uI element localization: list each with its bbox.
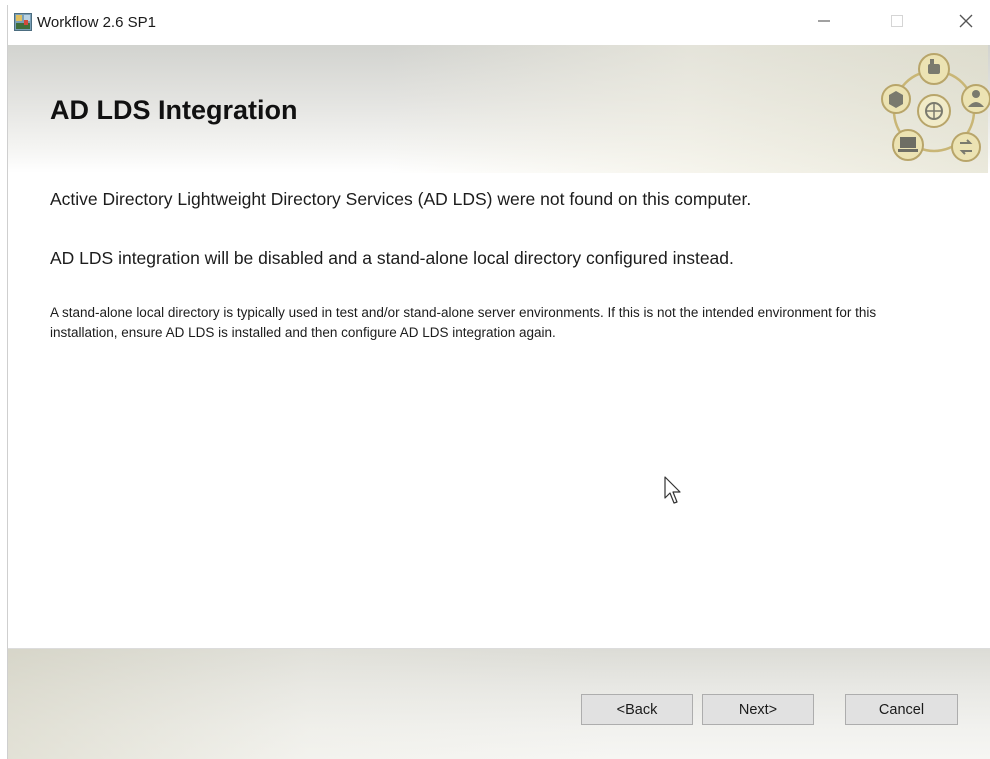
disabled-message: AD LDS integration will be disabled and … bbox=[50, 248, 734, 268]
maximize-icon bbox=[891, 14, 903, 32]
cube-icon bbox=[881, 84, 911, 114]
button-bar: <Back Next> Cancel bbox=[8, 649, 990, 759]
title-bar[interactable]: Workflow 2.6 SP1 bbox=[8, 5, 990, 45]
close-button[interactable] bbox=[943, 5, 989, 41]
cancel-button[interactable]: Cancel bbox=[845, 694, 958, 725]
thumbs-up-icon bbox=[918, 53, 950, 85]
maximize-button[interactable] bbox=[874, 5, 920, 41]
minimize-icon bbox=[818, 14, 830, 32]
close-icon bbox=[959, 14, 973, 33]
person-icon bbox=[961, 84, 990, 114]
explanation-text: A stand-alone local directory is typical… bbox=[50, 305, 877, 340]
computer-icon bbox=[892, 129, 924, 161]
minimize-button[interactable] bbox=[801, 5, 847, 41]
page-title: AD LDS Integration bbox=[50, 95, 298, 125]
app-icon bbox=[14, 13, 32, 31]
product-logo bbox=[881, 53, 990, 162]
not-found-message: Active Directory Lightweight Directory S… bbox=[50, 189, 752, 209]
installer-window: Workflow 2.6 SP1 AD LDS Integration Acti… bbox=[7, 5, 990, 759]
globe-icon bbox=[917, 94, 951, 128]
footer-glow bbox=[8, 649, 608, 759]
next-button[interactable]: Next> bbox=[702, 694, 814, 725]
back-button[interactable]: <Back bbox=[581, 694, 693, 725]
mouse-cursor-icon bbox=[664, 476, 681, 504]
arrows-icon bbox=[951, 132, 981, 162]
header-banner: AD LDS Integration bbox=[8, 45, 990, 173]
window-title: Workflow 2.6 SP1 bbox=[37, 14, 156, 31]
